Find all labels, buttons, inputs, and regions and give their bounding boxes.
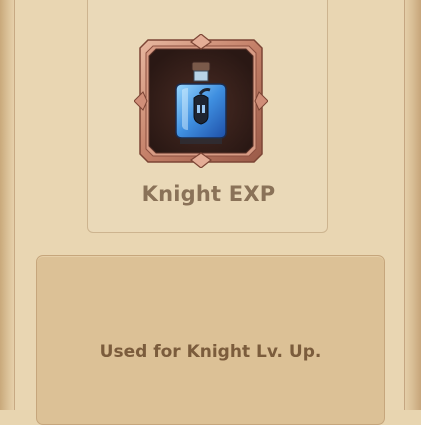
- knight-exp-potion-icon: [133, 33, 269, 169]
- scroll-border-right: [404, 0, 421, 410]
- item-name: Knight EXP: [141, 182, 276, 206]
- item-card: Knight EXP: [87, 0, 328, 233]
- item-description-panel: Used for Knight Lv. Up.: [36, 255, 385, 425]
- item-info-page: Knight EXP Used for Knight Lv. Up.: [0, 0, 421, 425]
- item-icon-frame: [133, 33, 269, 169]
- item-description: Used for Knight Lv. Up.: [99, 342, 322, 362]
- scroll-border-left: [0, 0, 15, 410]
